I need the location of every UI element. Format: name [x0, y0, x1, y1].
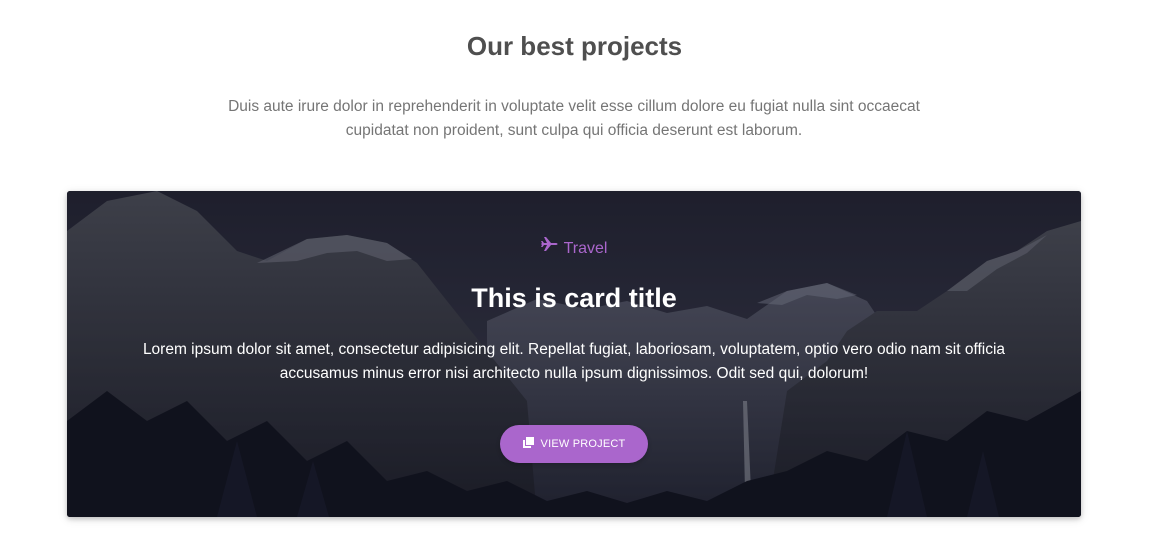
- card-content: Travel This is card title Lorem ipsum do…: [67, 191, 1081, 517]
- section-description: Duis aute irure dolor in reprehenderit i…: [228, 98, 920, 139]
- card-title: This is card title: [471, 283, 677, 313]
- card-category-label: Travel: [563, 240, 608, 258]
- project-card: Travel This is card title Lorem ipsum do…: [67, 191, 1081, 517]
- projects-section: Our best projects Duis aute irure dolor …: [0, 0, 1149, 557]
- section-title: Our best projects: [466, 31, 683, 61]
- view-project-button[interactable]: VIEW PROJECT: [500, 425, 648, 463]
- plane-icon: [540, 236, 559, 258]
- clone-icon: [522, 437, 534, 451]
- card-text: Lorem ipsum dolor sit amet, consectetur …: [142, 341, 1006, 382]
- card-category[interactable]: Travel: [67, 236, 1081, 260]
- view-project-label: VIEW PROJECT: [540, 438, 626, 450]
